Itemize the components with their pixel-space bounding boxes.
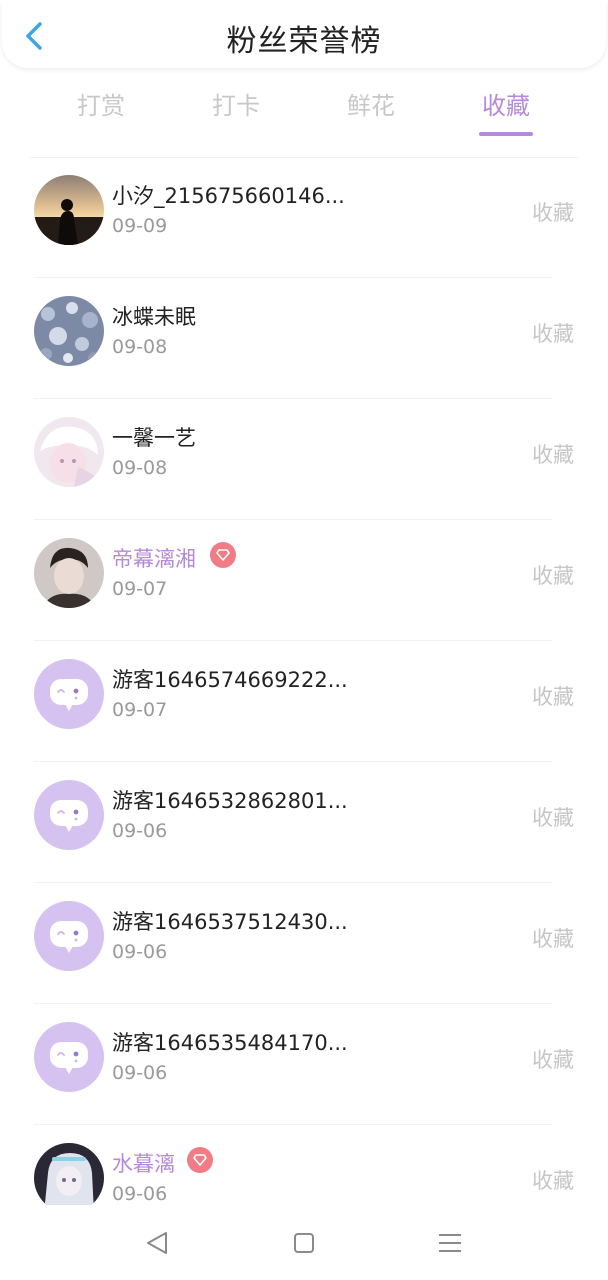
avatar (34, 175, 104, 245)
list-item[interactable]: 水暮漓 09-06 收藏 (0, 1125, 608, 1205)
list-item[interactable]: 冰蝶未眠 09-08 收藏 (0, 278, 608, 399)
collect-label[interactable]: 收藏 (532, 197, 574, 227)
user-name: 冰蝶未眠 (112, 305, 196, 329)
active-tab-indicator (479, 132, 533, 136)
tab-flowers[interactable]: 鲜花 (316, 86, 426, 121)
user-name: 帝幕漓湘 (112, 547, 196, 571)
collect-label[interactable]: 收藏 (532, 1165, 574, 1195)
list-item[interactable]: 小汐_215675660146... 09-09 收藏 (0, 157, 608, 278)
user-name: 游客1646537512430... (112, 910, 348, 934)
avatar (34, 1143, 104, 1205)
menu-lines-icon (439, 1234, 461, 1252)
user-name: 水暮漓 (112, 1152, 175, 1176)
date-label: 09-06 (112, 1062, 168, 1084)
date-label: 09-09 (112, 215, 168, 237)
app-header: 粉丝荣誉榜 (2, 0, 606, 68)
home-square-icon (294, 1233, 314, 1253)
list-item[interactable]: 一馨一艺 09-08 收藏 (0, 399, 608, 520)
collect-label[interactable]: 收藏 (532, 439, 574, 469)
collect-label[interactable]: 收藏 (532, 681, 574, 711)
collect-label[interactable]: 收藏 (532, 923, 574, 953)
date-label: 09-06 (112, 1183, 168, 1205)
nav-home-button[interactable] (288, 1227, 320, 1259)
system-nav-bar (0, 1205, 608, 1280)
avatar (34, 296, 104, 366)
collect-label[interactable]: 收藏 (532, 318, 574, 348)
diamond-badge-icon (210, 542, 236, 568)
date-label: 09-07 (112, 699, 168, 721)
diamond-badge-icon (187, 1147, 213, 1173)
user-name: 游客1646574669222... (112, 668, 348, 692)
tab-bar: 打赏 打卡 鲜花 收藏 (0, 82, 608, 138)
collect-label[interactable]: 收藏 (532, 560, 574, 590)
user-name: 游客1646532862801... (112, 789, 348, 813)
collect-label[interactable]: 收藏 (532, 802, 574, 832)
user-name: 小汐_215675660146... (112, 184, 345, 208)
date-label: 09-07 (112, 578, 168, 600)
list-item[interactable]: 游客1646574669222... 09-07 收藏 (0, 641, 608, 762)
list-item[interactable]: 游客1646535484170... 09-06 收藏 (0, 1004, 608, 1125)
page-title: 粉丝荣誉榜 (226, 24, 382, 59)
date-label: 09-06 (112, 941, 168, 963)
guest-avatar-icon (34, 659, 104, 729)
list-item[interactable]: 游客1646537512430... 09-06 收藏 (0, 883, 608, 1004)
date-label: 09-08 (112, 457, 168, 479)
user-name: 一馨一艺 (112, 426, 196, 450)
avatar (34, 538, 104, 608)
list-item[interactable]: 游客1646532862801... 09-06 收藏 (0, 762, 608, 883)
user-name: 游客1646535484170... (112, 1031, 348, 1055)
guest-avatar-icon (34, 1022, 104, 1092)
date-label: 09-06 (112, 820, 168, 842)
nav-back-button[interactable] (142, 1227, 174, 1259)
guest-avatar-icon (34, 780, 104, 850)
date-label: 09-08 (112, 336, 168, 358)
tab-reward[interactable]: 打赏 (46, 86, 156, 121)
nav-menu-button[interactable] (434, 1227, 466, 1259)
collect-label[interactable]: 收藏 (532, 1044, 574, 1074)
back-triangle-icon (147, 1232, 167, 1254)
fan-list: 小汐_215675660146... 09-09 收藏 冰蝶未眠 09-08 收… (0, 157, 608, 1205)
avatar (34, 417, 104, 487)
guest-avatar-icon (34, 901, 104, 971)
tab-checkin[interactable]: 打卡 (181, 86, 291, 121)
list-item[interactable]: 帝幕漓湘 09-07 收藏 (0, 520, 608, 641)
tab-collect[interactable]: 收藏 (451, 86, 561, 121)
